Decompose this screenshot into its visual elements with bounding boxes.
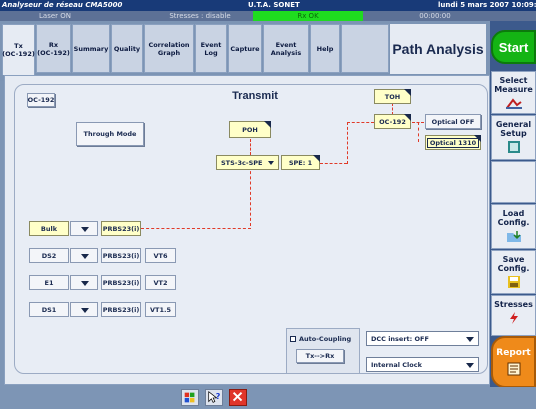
general-setup-label: General Setup	[495, 120, 532, 138]
ds2-dropdown[interactable]	[70, 248, 98, 263]
rx-status: Rx OK	[253, 11, 363, 21]
taskbar	[0, 387, 536, 407]
chevron-down-icon	[81, 227, 89, 232]
chevron-down-icon	[268, 161, 274, 165]
optical-1310-label: Optical 1310	[426, 137, 480, 148]
payload-type-ds2[interactable]: DS2	[29, 248, 69, 263]
oc192-label-button[interactable]: OC-192	[27, 93, 55, 107]
load-config-label: Load Config.	[497, 209, 530, 227]
windows-icon[interactable]	[181, 389, 199, 406]
close-icon	[232, 391, 243, 402]
transmit-title: Transmit	[232, 90, 278, 102]
tab-tx[interactable]: Tx (OC-192)	[2, 24, 35, 75]
spe-button[interactable]: SPE: 1	[281, 155, 320, 170]
save-config-button[interactable]: Save Config.	[491, 250, 536, 294]
bulk-pattern[interactable]: PRBS23(i)	[101, 221, 141, 236]
oc192-box[interactable]: OC-192	[374, 114, 411, 129]
save-config-label: Save Config.	[497, 255, 530, 273]
clock-select[interactable]: Internal Clock	[366, 357, 479, 372]
payload-type-bulk[interactable]: Bulk	[29, 221, 69, 236]
ds1-pattern[interactable]: PRBS23(i)	[101, 302, 141, 317]
report-button[interactable]: Report	[491, 336, 536, 388]
chevron-down-icon	[466, 362, 474, 368]
timer: 00:00:00	[419, 12, 451, 20]
ds2-pattern[interactable]: PRBS23(i)	[101, 248, 141, 263]
spe-link-line	[320, 163, 347, 164]
ds2-mapping[interactable]: VT6	[145, 248, 176, 263]
bulk-dropdown[interactable]	[70, 221, 98, 236]
dcc-insert-label: DCC insert: OFF	[371, 334, 429, 343]
chevron-down-icon	[81, 281, 89, 286]
tab-correlation-graph[interactable]: Correlation Graph	[144, 24, 194, 73]
blank-button[interactable]	[491, 161, 536, 203]
optical-vertical-line	[418, 122, 419, 142]
payload-type-e1[interactable]: E1	[29, 275, 69, 290]
tab-summary[interactable]: Summary	[72, 24, 110, 73]
datetime: lundi 5 mars 2007 10:09:	[438, 1, 536, 9]
tx-rx-button[interactable]: Tx-->Rx	[296, 349, 344, 363]
save-icon	[507, 276, 520, 288]
start-button[interactable]: Start	[491, 30, 536, 64]
tab-spacer	[341, 24, 389, 73]
sts-link-line	[250, 166, 251, 226]
checkbox-icon	[290, 336, 296, 342]
measure-icon	[505, 98, 522, 109]
spe-vertical-line	[347, 122, 348, 164]
oc-link-line	[347, 122, 374, 123]
stresses-status: Stresses : disable	[169, 12, 231, 20]
page-title: Path Analysis	[390, 24, 486, 74]
setup-icon	[507, 141, 520, 153]
e1-dropdown[interactable]	[70, 275, 98, 290]
tab-event-analysis[interactable]: Event Analysis	[263, 24, 309, 73]
help-cursor-icon: ?	[208, 391, 221, 403]
e1-mapping[interactable]: VT2	[145, 275, 176, 290]
close-button[interactable]	[229, 389, 247, 406]
stress-icon	[509, 312, 518, 324]
status-bar: Laser ON Stresses : disable Rx OK 00:00:…	[0, 11, 536, 21]
laser-status: Laser ON	[39, 12, 71, 20]
poh-button[interactable]: POH	[229, 121, 271, 138]
windows-logo-icon	[184, 392, 195, 403]
tab-help[interactable]: Help	[310, 24, 340, 73]
stresses-label: Stresses	[494, 300, 533, 309]
select-measure-button[interactable]: Select Measure	[491, 71, 536, 114]
tab-event-log[interactable]: Event Log	[195, 24, 227, 73]
chevron-down-icon	[81, 308, 89, 313]
auto-coupling-checkbox[interactable]: Auto-Coupling	[290, 334, 360, 344]
title-bar: Analyseur de réseau CMA5000 U.T.A. SONET…	[0, 0, 536, 11]
report-icon	[507, 362, 520, 376]
optical-1310-button[interactable]: Optical 1310	[425, 135, 481, 150]
select-measure-label: Select Measure	[494, 76, 533, 94]
tab-capture[interactable]: Capture	[228, 24, 262, 73]
auto-coupling-label: Auto-Coupling	[299, 335, 352, 343]
toh-button[interactable]: TOH	[374, 89, 411, 104]
chevron-down-icon	[81, 254, 89, 259]
help-pointer-icon[interactable]: ?	[205, 389, 223, 406]
poh-link-line	[250, 139, 251, 155]
center-title: U.T.A. SONET	[248, 1, 300, 9]
window-title: Analyseur de réseau CMA5000	[2, 1, 123, 9]
optical-off-button[interactable]: Optical OFF	[425, 114, 481, 129]
e1-pattern[interactable]: PRBS23(i)	[101, 275, 141, 290]
tab-quality[interactable]: Quality	[111, 24, 143, 73]
load-icon	[506, 231, 521, 242]
general-setup-button[interactable]: General Setup	[491, 115, 536, 160]
through-mode-button[interactable]: Through Mode	[76, 122, 144, 146]
ds1-dropdown[interactable]	[70, 302, 98, 317]
report-label: Report	[496, 348, 531, 358]
sts-select-label: STS-3c-SPE	[221, 158, 263, 167]
load-config-button[interactable]: Load Config.	[491, 204, 536, 249]
payload-type-ds1[interactable]: DS1	[29, 302, 69, 317]
clock-label: Internal Clock	[371, 360, 422, 369]
ds1-mapping[interactable]: VT1.5	[145, 302, 176, 317]
dcc-insert-select[interactable]: DCC insert: OFF	[366, 331, 479, 346]
stresses-button[interactable]: Stresses	[491, 295, 536, 336]
bulk-link-line	[141, 228, 251, 229]
svg-text:?: ?	[216, 392, 221, 401]
tab-rx[interactable]: Rx (OC-192)	[36, 24, 71, 73]
chevron-down-icon	[466, 336, 474, 342]
sts-select[interactable]: STS-3c-SPE	[216, 155, 279, 170]
